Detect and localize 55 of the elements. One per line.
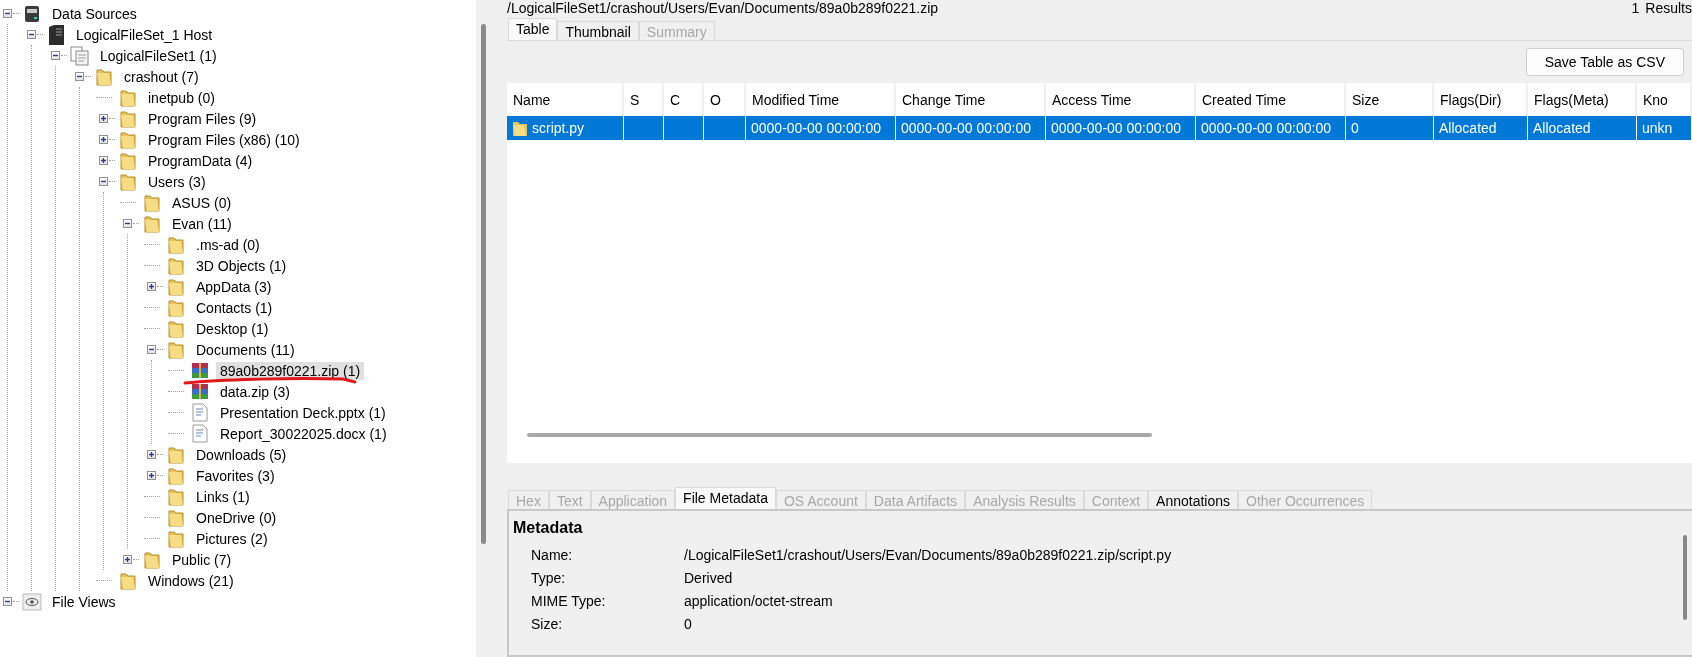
detail-tab[interactable]: File Metadata bbox=[675, 487, 776, 509]
tree-item[interactable]: Contacts (1) bbox=[192, 298, 277, 317]
tree-item[interactable]: Program Files (x86) (10) bbox=[144, 130, 304, 149]
tree-item[interactable]: Documents (11) bbox=[192, 340, 299, 359]
tree-item[interactable]: Favorites (3) bbox=[192, 466, 279, 485]
table-cell: 0000-00-00 00:00:00 bbox=[896, 116, 1046, 140]
table-cell: Allocated bbox=[1528, 116, 1637, 140]
tree-item[interactable]: Evan (11) bbox=[168, 214, 236, 233]
tree-item[interactable]: Links (1) bbox=[192, 487, 254, 506]
field-label: Type: bbox=[531, 569, 567, 586]
field-label: Name: bbox=[531, 546, 574, 563]
field-label: Size: bbox=[531, 615, 564, 632]
save-csv-button[interactable]: Save Table as CSV bbox=[1525, 48, 1684, 76]
field-label: MIME Type: bbox=[531, 592, 607, 609]
tree-item[interactable]: LogicalFileSet_1 Host bbox=[72, 25, 217, 44]
table-cell: Allocated bbox=[1434, 116, 1528, 140]
tree-item[interactable]: 3D Objects (1) bbox=[192, 256, 291, 275]
field-value: application/octet-stream bbox=[684, 592, 834, 609]
tree-item[interactable]: ASUS (0) bbox=[168, 193, 236, 212]
tree-item[interactable]: crashout (7) bbox=[120, 67, 203, 86]
tree-item[interactable]: inetpub (0) bbox=[144, 88, 219, 107]
tree-item[interactable]: OneDrive (0) bbox=[192, 508, 281, 527]
tree-item[interactable]: Presentation Deck.pptx (1) bbox=[216, 403, 390, 422]
view-tab[interactable]: Table bbox=[508, 18, 558, 40]
tree-item[interactable]: 89a0b289f0221.zip (1) bbox=[216, 361, 365, 380]
metadata-heading: Metadata bbox=[513, 519, 584, 537]
tree-item[interactable]: File Views bbox=[48, 592, 120, 611]
tree-item[interactable]: ProgramData (4) bbox=[144, 151, 257, 170]
table-cell: unkn bbox=[1637, 116, 1692, 140]
tree-item[interactable]: AppData (3) bbox=[192, 277, 276, 296]
tree-item[interactable]: data.zip (3) bbox=[216, 382, 295, 401]
table-cell: 0000-00-00 00:00:00 bbox=[1046, 116, 1196, 140]
tree-item[interactable]: Desktop (1) bbox=[192, 319, 273, 338]
detail-tab[interactable]: Annotations bbox=[1148, 490, 1239, 509]
tree-item[interactable]: .ms-ad (0) bbox=[192, 235, 264, 254]
table-cell: 0000-00-00 00:00:00 bbox=[1196, 116, 1346, 140]
tree-item[interactable]: Data Sources bbox=[48, 4, 141, 23]
view-tab[interactable]: Thumbnail bbox=[557, 21, 639, 40]
tree-item[interactable]: Program Files (9) bbox=[144, 109, 261, 128]
tree-item[interactable]: LogicalFileSet1 (1) bbox=[96, 46, 221, 65]
table-cell: 0 bbox=[1346, 116, 1434, 140]
field-value: Derived bbox=[684, 569, 734, 586]
tree-item[interactable]: Pictures (2) bbox=[192, 529, 272, 548]
table-cell: 0000-00-00 00:00:00 bbox=[746, 116, 896, 140]
result-label: Results bbox=[1645, 1, 1692, 16]
tree-item[interactable]: Report_30022025.docx (1) bbox=[216, 424, 391, 443]
tree-item[interactable]: Windows (21) bbox=[144, 571, 238, 590]
tree-item[interactable]: Users (3) bbox=[144, 172, 210, 191]
result-count: 1 bbox=[1631, 1, 1640, 16]
path-text: /LogicalFileSet1/crashout/Users/Evan/Documents/89a0b289f0221.zip bbox=[507, 1, 939, 16]
table-cell: script.py bbox=[507, 116, 624, 140]
tree-item[interactable]: Downloads (5) bbox=[192, 445, 291, 464]
field-value: 0 bbox=[684, 615, 693, 632]
tree-item[interactable]: Public (7) bbox=[168, 550, 236, 569]
field-value: /LogicalFileSet1/crashout/Users/Evan/Documents/89a0b289f0221.zip/script.py bbox=[684, 546, 1173, 563]
